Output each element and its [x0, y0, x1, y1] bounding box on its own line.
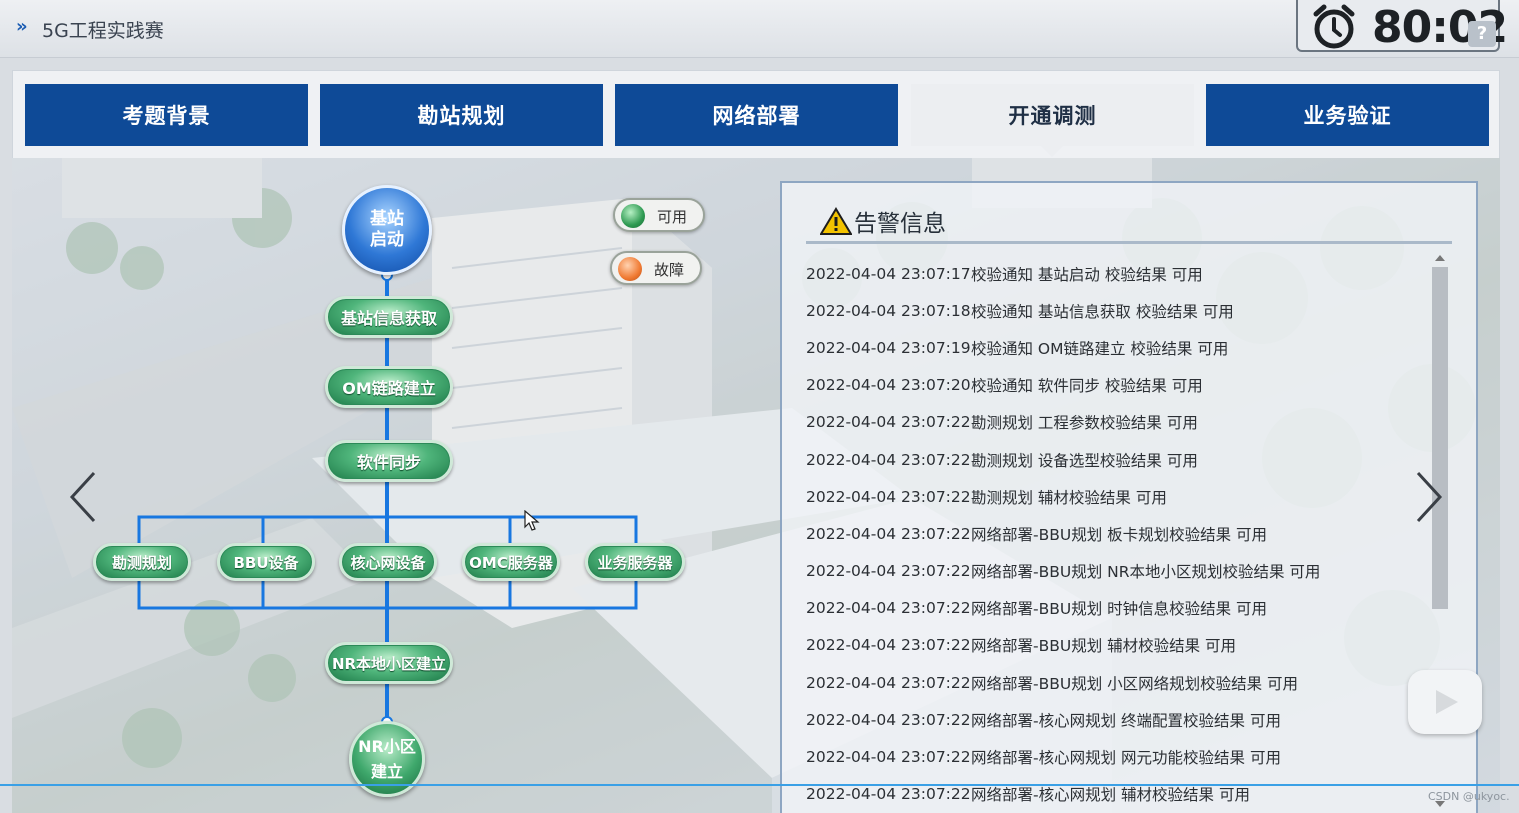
alert-message: 网络部署-核心网规划 辅材校验结果 可用: [971, 786, 1250, 805]
alert-message: 勘测规划 工程参数校验结果 可用: [971, 414, 1198, 433]
alert-message: 勘测规划 设备选型校验结果 可用: [971, 451, 1198, 470]
alert-message: 校验通知 基站信息获取 校验结果 可用: [971, 302, 1234, 321]
alert-row: 2022-04-04 23:07:22 网络部署-核心网规划 网元功能校验结果 可…: [806, 738, 1426, 775]
node-software-sync[interactable]: 软件同步: [325, 440, 453, 482]
node-bbu-device[interactable]: BBU设备: [217, 543, 315, 581]
alert-message: 校验通知 软件同步 校验结果 可用: [971, 377, 1203, 396]
alert-message: 网络部署-BBU规划 辅材校验结果 可用: [971, 637, 1237, 656]
node-base-station-info[interactable]: 基站信息获取: [325, 296, 453, 338]
alert-time: 2022-04-04 23:07:22: [806, 450, 971, 469]
alert-time: 2022-04-04 23:07:22: [806, 748, 971, 767]
alert-message: 网络部署-BBU规划 NR本地小区规划校验结果 可用: [971, 563, 1321, 582]
alert-row: 2022-04-04 23:07:22 勘测规划 设备选型校验结果 可用: [806, 441, 1426, 478]
available-status-icon: [621, 204, 645, 228]
play-button[interactable]: [1408, 670, 1482, 734]
legend-fault: 故障: [610, 251, 702, 285]
alert-list[interactable]: 2022-04-04 23:07:17 校验通知 基站启动 校验结果 可用 2022…: [806, 255, 1426, 813]
alert-title: 告警信息: [854, 211, 946, 237]
alert-row: 2022-04-04 23:07:22 网络部署-BBU规划 小区网络规划校验结果…: [806, 664, 1426, 701]
alert-row: 2022-04-04 23:07:22 网络部署-核心网规划 终端配置校验结果 可…: [806, 701, 1426, 738]
scroll-thumb[interactable]: [1432, 267, 1448, 609]
progress-line: [0, 784, 1519, 786]
flow-diagram: 基站 启动 基站信息获取 OM链路建立 软件同步 勘测规划 BBU设备 核心网设备…: [0, 0, 780, 813]
alert-message: 网络部署-BBU规划 时钟信息校验结果 可用: [971, 600, 1268, 619]
node-service-server[interactable]: 业务服务器: [585, 543, 685, 581]
alert-panel: 告警信息 2022-04-04 23:07:17 校验通知 基站启动 校验结果 可…: [780, 181, 1478, 813]
tab-service-verification[interactable]: 业务验证: [1206, 84, 1489, 146]
alert-time: 2022-04-04 23:07:22: [806, 636, 971, 655]
alert-row: 2022-04-04 23:07:22 网络部署-BBU规划 辅材校验结果 可用: [806, 627, 1426, 664]
node-core-network-device[interactable]: 核心网设备: [339, 543, 437, 581]
node-nr-local-cell[interactable]: NR本地小区建立: [325, 642, 453, 684]
legend-available-label: 可用: [657, 208, 688, 226]
node-survey-planning[interactable]: 勘测规划: [93, 543, 191, 581]
tab-commissioning[interactable]: 开通调测: [911, 84, 1194, 146]
alert-time: 2022-04-04 23:07:18: [806, 301, 971, 320]
node-label: 启动: [370, 230, 404, 250]
alert-time: 2022-04-04 23:07:22: [806, 413, 971, 432]
alert-row: 2022-04-04 23:07:20 校验通知 软件同步 校验结果 可用: [806, 367, 1426, 404]
watermark: CSDN @ukyoc.: [1428, 790, 1510, 803]
alert-divider: [806, 241, 1452, 244]
alert-time: 2022-04-04 23:07:19: [806, 338, 971, 357]
scroll-up-icon[interactable]: [1435, 255, 1445, 261]
alert-time: 2022-04-04 23:07:22: [806, 487, 971, 506]
alert-time: 2022-04-04 23:07:22: [806, 785, 971, 804]
chevron-left-icon[interactable]: [64, 467, 104, 527]
node-omc-server[interactable]: OMC服务器: [462, 543, 560, 581]
chevron-right-icon[interactable]: [1408, 467, 1448, 527]
alert-row: 2022-04-04 23:07:22 网络部署-BBU规划 板卡规划校验结果 可…: [806, 515, 1426, 552]
alert-header: 告警信息: [820, 203, 946, 239]
legend-available: 可用: [613, 198, 705, 232]
alert-time: 2022-04-04 23:07:22: [806, 673, 971, 692]
alert-time: 2022-04-04 23:07:22: [806, 710, 971, 729]
alert-message: 网络部署-核心网规划 终端配置校验结果 可用: [971, 711, 1281, 730]
legend-fault-label: 故障: [654, 261, 685, 279]
alert-row: 2022-04-04 23:07:17 校验通知 基站启动 校验结果 可用: [806, 255, 1426, 292]
node-label: 基站: [370, 209, 404, 229]
node-label: 建立: [370, 762, 403, 781]
alert-row: 2022-04-04 23:07:22 网络部署-核心网规划 辅材校验结果 可用: [806, 776, 1426, 813]
alert-message: 网络部署-BBU规划 小区网络规划校验结果 可用: [971, 674, 1299, 693]
alert-row: 2022-04-04 23:07:22 网络部署-BBU规划 NR本地小区规划校验…: [806, 553, 1426, 590]
alert-row: 2022-04-04 23:07:19 校验通知 OM链路建立 校验结果 可用: [806, 329, 1426, 366]
alert-row: 2022-04-04 23:07:22 网络部署-BBU规划 时钟信息校验结果 可…: [806, 590, 1426, 627]
alert-time: 2022-04-04 23:07:22: [806, 599, 971, 618]
warning-icon: [820, 207, 852, 235]
alert-message: 勘测规划 辅材校验结果 可用: [971, 488, 1167, 507]
alert-message: 校验通知 OM链路建立 校验结果 可用: [971, 339, 1229, 358]
fault-status-icon: [618, 257, 642, 281]
alert-time: 2022-04-04 23:07:22: [806, 562, 971, 581]
play-icon: [1436, 690, 1458, 714]
alert-message: 网络部署-BBU规划 板卡规划校验结果 可用: [971, 525, 1268, 544]
alert-row: 2022-04-04 23:07:22 勘测规划 工程参数校验结果 可用: [806, 404, 1426, 441]
alert-time: 2022-04-04 23:07:20: [806, 376, 971, 395]
help-icon[interactable]: ?: [1468, 21, 1496, 47]
alert-message: 校验通知 基站启动 校验结果 可用: [971, 265, 1203, 284]
alert-time: 2022-04-04 23:07:22: [806, 524, 971, 543]
alert-row: 2022-04-04 23:07:18 校验通知 基站信息获取 校验结果 可用: [806, 292, 1426, 329]
alert-message: 网络部署-核心网规划 网元功能校验结果 可用: [971, 749, 1281, 768]
cursor-icon: [524, 510, 540, 531]
alert-time: 2022-04-04 23:07:17: [806, 264, 971, 283]
node-om-link[interactable]: OM链路建立: [325, 366, 453, 408]
alarm-clock-icon: [1313, 4, 1355, 49]
active-tab-pointer: [1040, 145, 1064, 157]
node-label: NR小区: [358, 737, 416, 756]
node-base-station-start[interactable]: 基站 启动: [342, 185, 432, 275]
alert-row: 2022-04-04 23:07:22 勘测规划 辅材校验结果 可用: [806, 478, 1426, 515]
